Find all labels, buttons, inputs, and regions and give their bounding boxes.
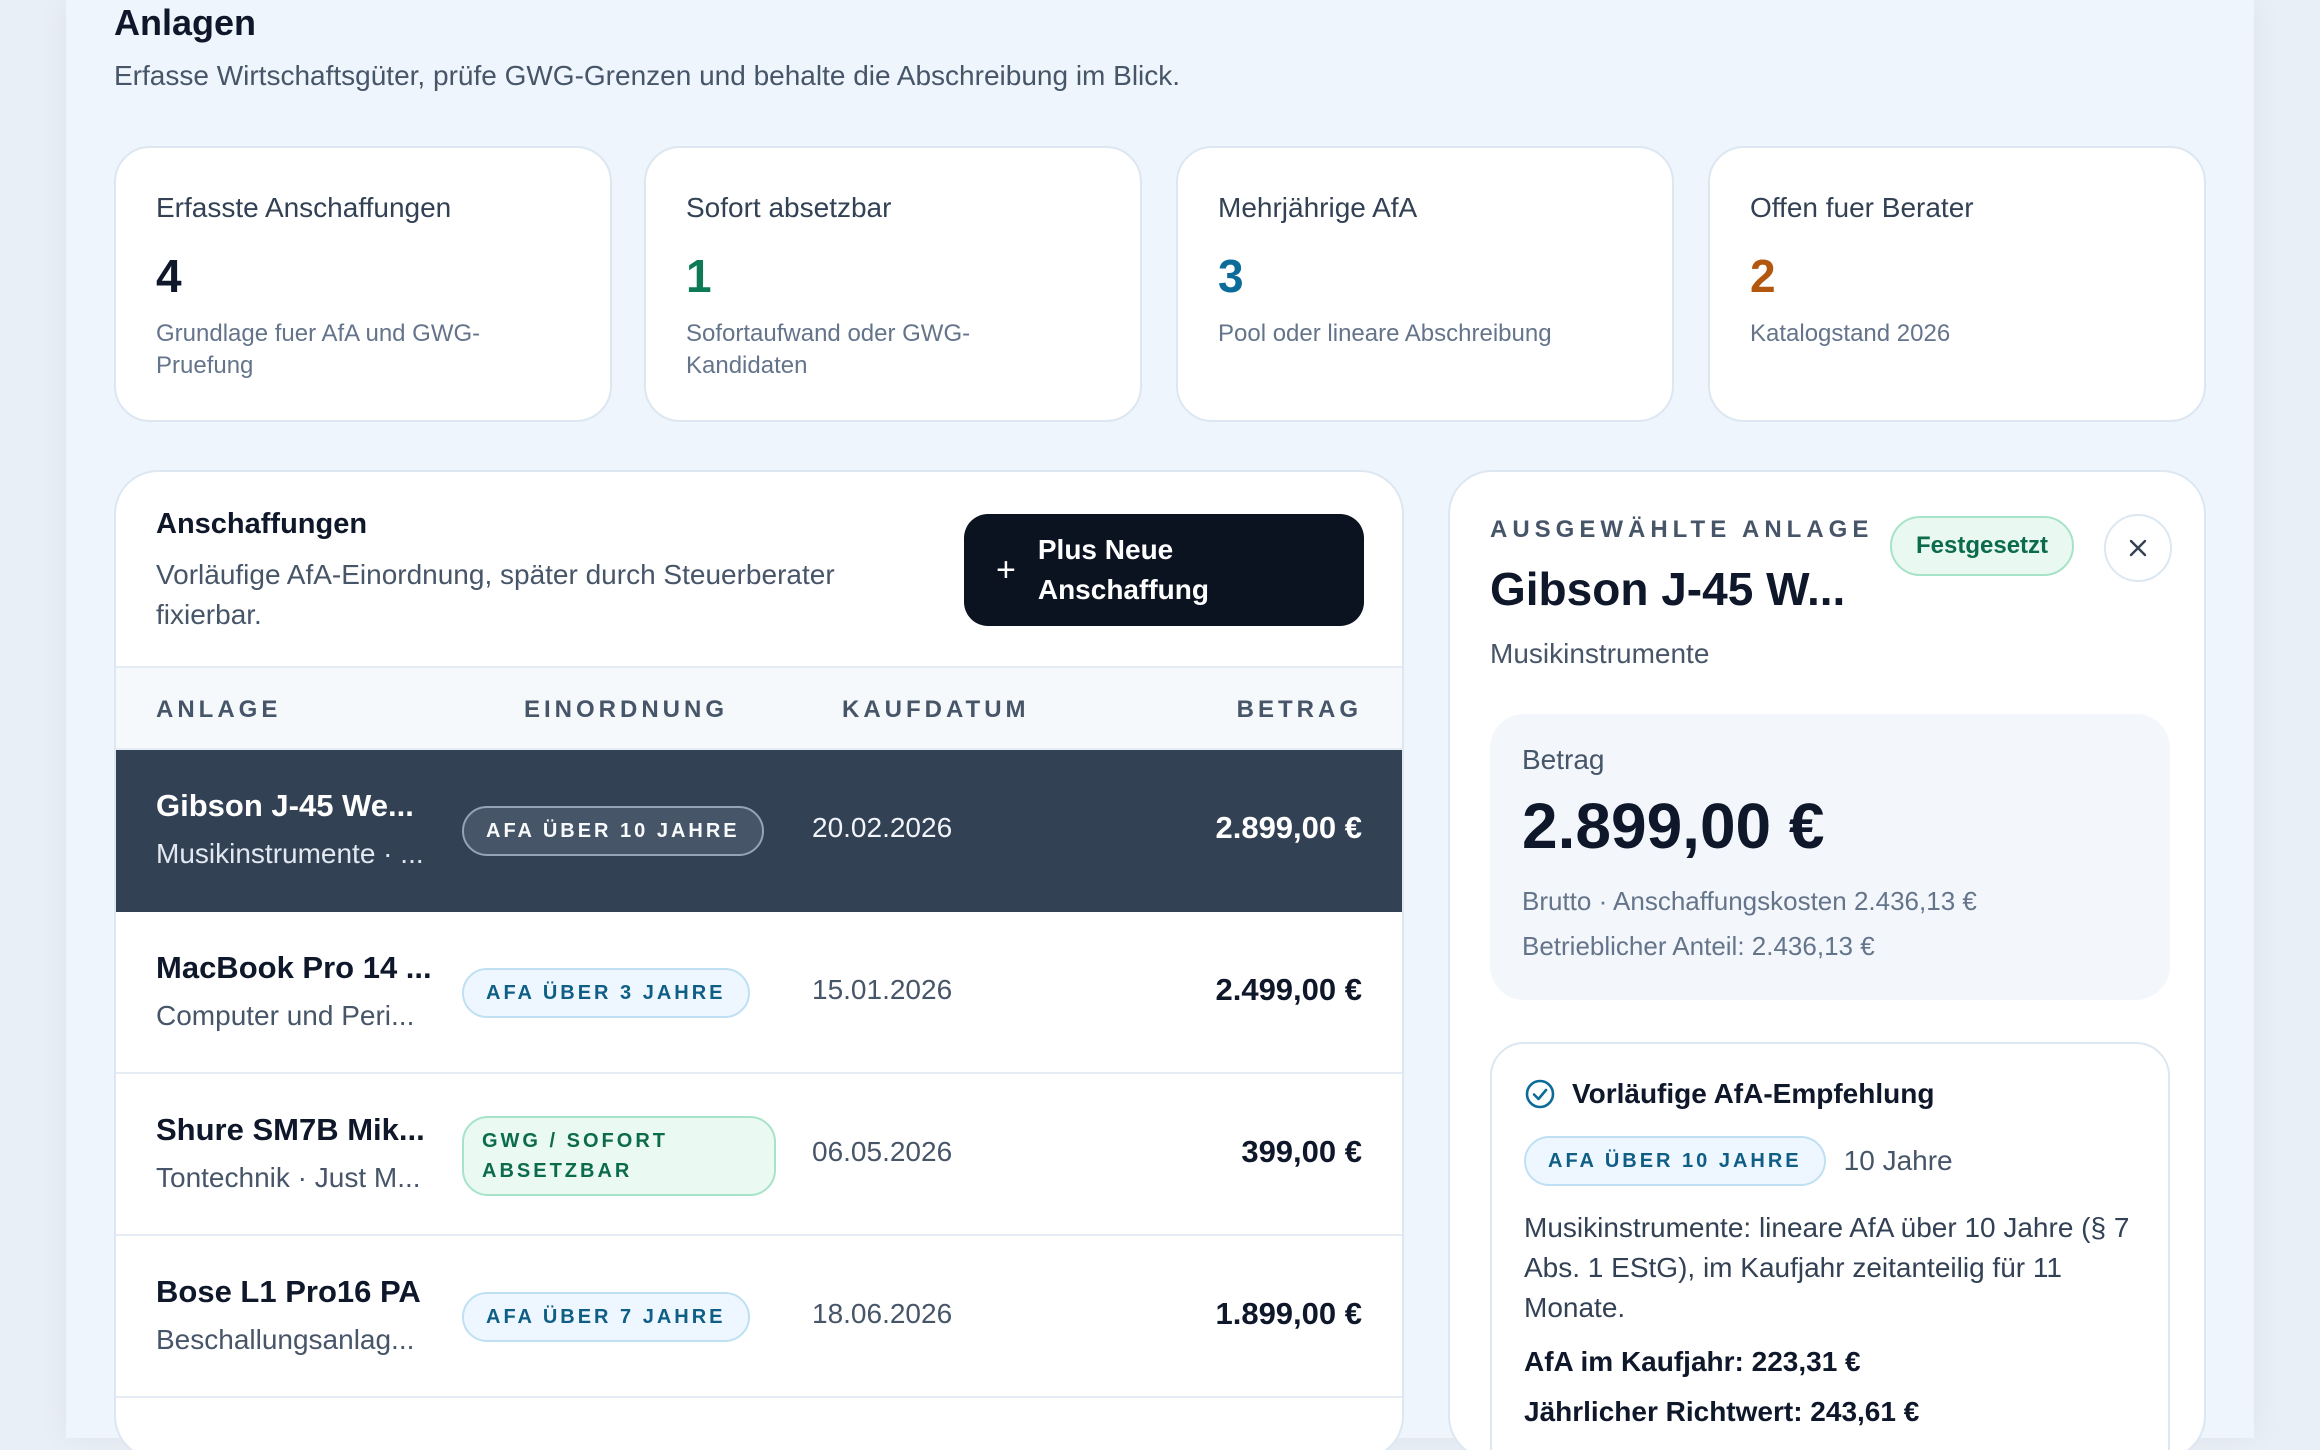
amount-summary: Betrag 2.899,00 € Brutto · Anschaffungsk… bbox=[1490, 714, 2170, 1000]
page: Anlagen Erfasse Wirtschaftsgüter, prüfe … bbox=[66, 0, 2254, 1450]
check-circle-icon bbox=[1525, 1079, 1555, 1109]
column-header-betrag[interactable]: BETRAG bbox=[1237, 696, 1362, 724]
detail-category: Musikinstrumente bbox=[1490, 638, 1710, 669]
recommendation-badge-row: AFA ÜBER 10 JAHRE 10 Jahre bbox=[1524, 1136, 2136, 1186]
stat-card-erfasst: Erfasste Anschaffungen 4 Grundlage fuer … bbox=[114, 146, 612, 422]
detail-eyebrow: AUSGEWÄHLTE ANLAGE bbox=[1490, 516, 1874, 543]
table-row[interactable]: Gibson J-45 We... Musikinstrumente · ...… bbox=[116, 750, 1402, 912]
afa-purchase-year: AfA im Kaufjahr: 223,31 € bbox=[1524, 1346, 1861, 1377]
stat-hint: Sofortaufwand oder GWG-Kandidaten bbox=[686, 320, 971, 379]
amount-label: Betrag bbox=[1522, 744, 1605, 775]
add-acquisition-label: Plus Neue Anschaffung bbox=[1037, 534, 1209, 605]
asset-name: Bose L1 Pro16 PA bbox=[156, 1274, 421, 1309]
asset-name: Shure SM7B Mik... bbox=[156, 1112, 425, 1147]
column-header-einordnung[interactable]: EINORDNUNG bbox=[524, 696, 728, 724]
recommendation-header: Vorläufige AfA-Empfehlung bbox=[1524, 1078, 2136, 1110]
afa-recommendation: Vorläufige AfA-Empfehlung AFA ÜBER 10 JA… bbox=[1490, 1042, 2170, 1450]
recommendation-years: 10 Jahre bbox=[1843, 1145, 1953, 1176]
stat-card-offen: Offen fuer Berater 2 Katalogstand 2026 bbox=[1708, 146, 2206, 422]
purchase-date: 18.06.2026 bbox=[812, 1298, 953, 1329]
add-acquisition-button[interactable]: + Plus Neue Anschaffung bbox=[964, 514, 1364, 626]
stat-hint: Grundlage fuer AfA und GWG-Pruefung bbox=[156, 320, 481, 379]
asset-category: Tontechnik · Just M... bbox=[156, 1162, 421, 1193]
acquisitions-description: Vorläufige AfA-Einordnung, später durch … bbox=[156, 559, 835, 630]
status-badge: Festgesetzt bbox=[1890, 516, 2075, 576]
purchase-date: 20.02.2026 bbox=[812, 812, 953, 843]
close-detail-button[interactable] bbox=[2104, 514, 2172, 582]
asset-name: Gibson J-45 We... bbox=[156, 788, 414, 823]
page-subtitle: Erfasse Wirtschaftsgüter, prüfe GWG-Gren… bbox=[114, 60, 1181, 91]
stat-value: 3 bbox=[1218, 250, 1244, 302]
purchase-date: 06.05.2026 bbox=[812, 1136, 953, 1167]
purchase-date: 15.01.2026 bbox=[812, 974, 953, 1005]
stat-label: Sofort absetzbar bbox=[686, 192, 892, 223]
stat-hint: Katalogstand 2026 bbox=[1750, 320, 1951, 347]
table-header: ANLAGE EINORDNUNG KAUFDATUM BETRAG bbox=[116, 666, 1402, 750]
stat-value: 1 bbox=[686, 250, 712, 302]
column-header-anlage[interactable]: ANLAGE bbox=[156, 696, 281, 724]
asset-category: Musikinstrumente · ... bbox=[156, 838, 424, 869]
stat-value: 2 bbox=[1750, 250, 1776, 302]
plus-icon: + bbox=[996, 551, 1016, 589]
asset-name: MacBook Pro 14 ... bbox=[156, 950, 432, 985]
classification-badge: GWG / SOFORT ABSETZBAR bbox=[462, 1116, 776, 1196]
asset-amount: 2.499,00 € bbox=[1215, 972, 1362, 1007]
classification-badge: AFA ÜBER 3 JAHRE bbox=[462, 968, 750, 1018]
stat-label: Mehrjährige AfA bbox=[1218, 192, 1418, 223]
table-row[interactable]: Shure SM7B Mik... Tontechnik · Just M...… bbox=[116, 1074, 1402, 1236]
classification-badge: AFA ÜBER 10 JAHRE bbox=[1524, 1136, 1826, 1186]
table-row[interactable]: MacBook Pro 14 ... Computer und Peri... … bbox=[116, 912, 1402, 1074]
table-row[interactable]: Bose L1 Pro16 PA Beschallungsanlag... AF… bbox=[116, 1236, 1402, 1398]
classification-badge: AFA ÜBER 10 JAHRE bbox=[462, 806, 764, 856]
business-share: Betrieblicher Anteil: 2.436,13 € bbox=[1522, 931, 1875, 961]
stat-card-sofort: Sofort absetzbar 1 Sofortaufwand oder GW… bbox=[644, 146, 1142, 422]
acquisitions-title: Anschaffungen bbox=[156, 508, 368, 540]
asset-amount: 399,00 € bbox=[1241, 1134, 1362, 1169]
acquisitions-header: Anschaffungen Vorläufige AfA-Einordnung,… bbox=[156, 508, 916, 635]
afa-annual: Jährlicher Richtwert: 243,61 € bbox=[1524, 1396, 1920, 1427]
stat-hint: Pool oder lineare Abschreibung bbox=[1218, 320, 1552, 347]
stat-label: Erfasste Anschaffungen bbox=[156, 192, 452, 223]
close-icon bbox=[2129, 539, 2147, 557]
amount-value: 2.899,00 € bbox=[1522, 790, 1825, 862]
asset-category: Beschallungsanlag... bbox=[156, 1324, 415, 1355]
stat-value: 4 bbox=[156, 250, 182, 302]
stat-card-mehrjaehrig: Mehrjährige AfA 3 Pool oder lineare Absc… bbox=[1176, 146, 1674, 422]
selected-asset-panel: AUSGEWÄHLTE ANLAGE Festgesetzt Gibson J-… bbox=[1448, 470, 2206, 1450]
acquisitions-panel: Anschaffungen Vorläufige AfA-Einordnung,… bbox=[114, 470, 1404, 1450]
gross-line: Brutto · Anschaffungskosten 2.436,13 € bbox=[1522, 886, 1977, 916]
column-header-kaufdatum[interactable]: KAUFDATUM bbox=[842, 696, 1030, 724]
recommendation-text: Musikinstrumente: lineare AfA über 10 Ja… bbox=[1524, 1212, 2130, 1323]
classification-badge: AFA ÜBER 7 JAHRE bbox=[462, 1292, 750, 1342]
detail-title: Gibson J-45 W... bbox=[1490, 563, 1846, 615]
recommendation-title: Vorläufige AfA-Empfehlung bbox=[1572, 1078, 1935, 1109]
page-title: Anlagen bbox=[114, 2, 257, 43]
asset-category: Computer und Peri... bbox=[156, 1000, 415, 1031]
asset-amount: 2.899,00 € bbox=[1215, 810, 1362, 845]
stats-row: Erfasste Anschaffungen 4 Grundlage fuer … bbox=[114, 146, 2206, 422]
stat-label: Offen fuer Berater bbox=[1750, 192, 1974, 223]
asset-amount: 1.899,00 € bbox=[1215, 1296, 1362, 1331]
